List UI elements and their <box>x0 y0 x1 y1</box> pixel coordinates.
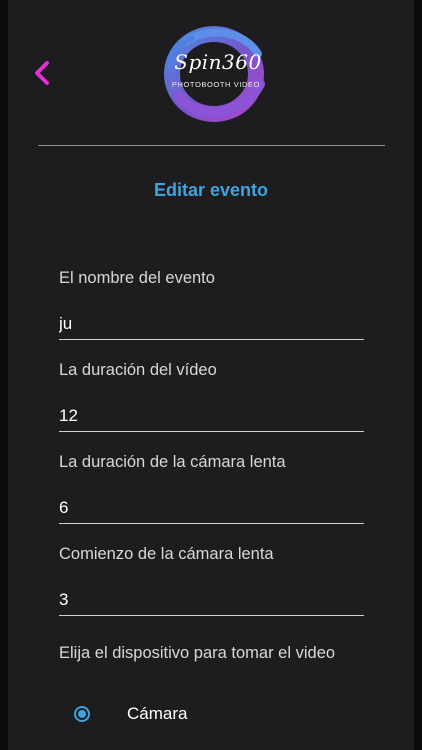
header: Spin360 PHOTOBOOTH VIDEO <box>8 0 414 146</box>
radio-dot <box>78 710 86 718</box>
event-name-input[interactable] <box>59 309 364 340</box>
logo: Spin360 PHOTOBOOTH VIDEO <box>156 24 272 122</box>
radio-selected-icon[interactable] <box>74 706 90 722</box>
chevron-left-icon <box>35 61 49 85</box>
slowmo-start-input[interactable] <box>59 585 364 616</box>
video-duration-input[interactable] <box>59 401 364 432</box>
video-duration-label: La duración del vídeo <box>59 361 217 379</box>
page-title: Editar evento <box>153 180 269 200</box>
device-label: Elija el dispositivo para tomar el video <box>59 644 336 662</box>
header-divider <box>38 145 385 146</box>
app-screen: Spin360 PHOTOBOOTH VIDEO Editar evento E… <box>8 0 414 750</box>
logo-subtitle: PHOTOBOOTH VIDEO <box>171 80 261 89</box>
slowmo-duration-label: La duración de la cámara lenta <box>59 453 286 471</box>
radio-camera[interactable]: Cámara <box>72 702 272 728</box>
event-name-label: El nombre del evento <box>59 269 215 287</box>
logo-title: Spin360 <box>174 50 262 74</box>
slowmo-duration-input[interactable] <box>59 493 364 524</box>
slowmo-start-label: Comienzo de la cámara lenta <box>59 545 274 563</box>
radio-camera-label: Cámara <box>127 704 188 723</box>
back-button[interactable] <box>28 56 58 90</box>
